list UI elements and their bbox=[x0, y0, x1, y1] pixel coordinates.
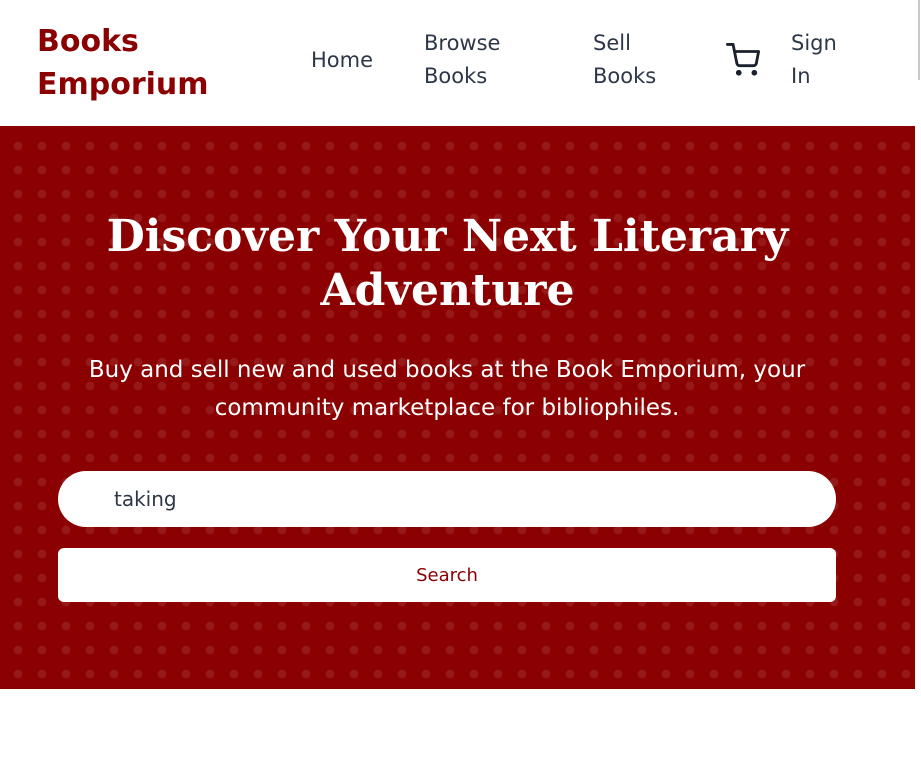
scrollbar-thumb[interactable] bbox=[918, 0, 920, 80]
hero-title: Discover Your Next Literary Adventure bbox=[106, 211, 789, 316]
hero-section: Discover Your Next Literary Adventure Bu… bbox=[0, 126, 915, 689]
scrollbar-track[interactable] bbox=[915, 0, 921, 759]
cart-icon[interactable] bbox=[726, 43, 760, 77]
search-input[interactable] bbox=[58, 471, 836, 527]
search-button[interactable]: Search bbox=[58, 548, 836, 602]
site-header: Books Emporium Home Browse Books Sell Bo… bbox=[0, 0, 915, 126]
nav-sell-books-link[interactable]: Sell Books bbox=[593, 27, 673, 93]
hero-subtitle: Buy and sell new and used books at the B… bbox=[88, 357, 806, 421]
nav-home-link[interactable]: Home bbox=[311, 44, 373, 77]
nav-sign-in-link[interactable]: Sign In bbox=[791, 27, 851, 93]
nav-browse-books-link[interactable]: Browse Books bbox=[424, 27, 534, 93]
search-field-wrapper bbox=[58, 471, 836, 527]
site-logo[interactable]: Books Emporium bbox=[37, 20, 237, 106]
